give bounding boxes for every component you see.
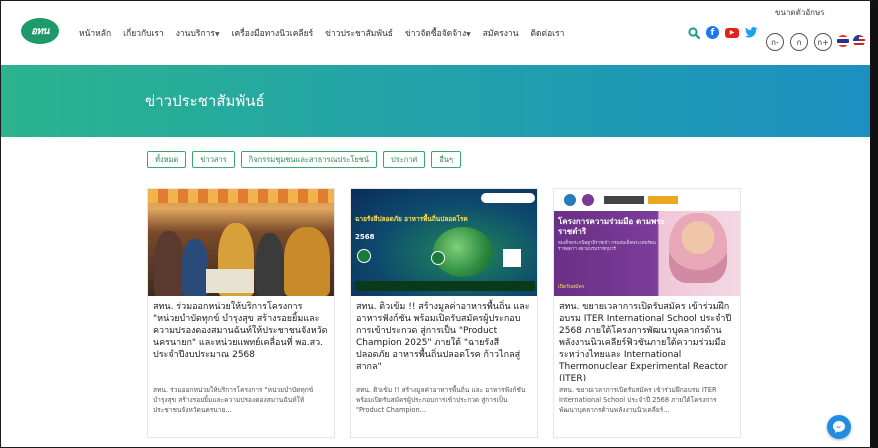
emblem-icon <box>582 194 594 206</box>
news-card-list: สทน. ร่วมออกหน่วยให้บริการโครงการ "หน่วย… <box>147 188 741 438</box>
menu-item-jobs[interactable]: สมัครงาน <box>483 26 519 40</box>
chevron-down-icon: ▼ <box>466 31 471 38</box>
thai-flag-icon[interactable] <box>837 35 849 47</box>
news-card-title[interactable]: สทน. ติวเข้ม !! สร้างมูลค่าอาหารพื้นถิ่น… <box>351 296 537 381</box>
font-size-controls: ก- ก ก+ <box>766 33 832 51</box>
menu-item-home[interactable]: หน้าหลัก <box>79 26 111 40</box>
social-icons: f ▶ <box>687 26 758 39</box>
thumbnail-headline: ฉายรังสีปลอดภัย อาหารพื้นถิ่นปลอดโรค <box>355 215 468 223</box>
menu-item-news[interactable]: ข่าวประชาสัมพันธ์ <box>325 26 393 40</box>
person-shape <box>256 233 284 296</box>
youtube-icon[interactable]: ▶ <box>725 27 739 38</box>
thumbnail-year: 2568 <box>355 233 375 241</box>
menu-item-services[interactable]: งานบริการ▼ <box>176 26 220 40</box>
portrait-image <box>669 213 727 283</box>
site-logo[interactable]: อทน <box>21 18 62 44</box>
news-thumbnail[interactable]: ฉายรังสีปลอดภัย อาหารพื้นถิ่นปลอดโรค 256… <box>351 189 537 296</box>
font-normal-button[interactable]: ก <box>790 33 808 51</box>
menu-item-contact[interactable]: ติดต่อเรา <box>531 26 565 40</box>
tent-awning <box>148 189 334 203</box>
news-card-title[interactable]: สทน. ร่วมออกหน่วยให้บริการโครงการ "หน่วย… <box>148 296 334 381</box>
partner-logo <box>604 196 644 204</box>
thumbnail-headline: โครงการความร่วมมือ ตามพระราชดำริ <box>558 217 665 236</box>
chevron-down-icon: ▼ <box>214 31 220 38</box>
thumbnail-subtext: สมเด็จพระกนิษฐาธิราชเจ้า กรมสมเด็จพระเทพ… <box>558 241 656 252</box>
news-card-description: สทน. ขยายเวลาการเปิดรับสมัคร เข้าร่วมฝึก… <box>559 386 717 414</box>
filter-announcements[interactable]: ประกาศ <box>382 151 426 168</box>
news-card-description: สทน. ร่วมออกหน่วยให้บริการโครงการ "หน่วย… <box>153 386 314 414</box>
partner-logo <box>648 196 678 204</box>
emblem-icon <box>564 194 576 206</box>
category-filters: ทั้งหมด ข่าวสาร กิจกรรมชุมชนและสาธารณประ… <box>147 151 461 168</box>
search-icon[interactable] <box>687 26 700 39</box>
filter-all[interactable]: ทั้งหมด <box>147 151 187 168</box>
news-card[interactable]: โครงการความร่วมมือ ตามพระราชดำริ สมเด็จพ… <box>553 188 741 438</box>
news-card[interactable]: สทน. ร่วมออกหน่วยให้บริการโครงการ "หน่วย… <box>147 188 335 438</box>
main-menu: หน้าหลัก เกี่ยวกับเรา งานบริการ▼ เครื่อง… <box>79 26 564 40</box>
font-increase-button[interactable]: ก+ <box>814 33 832 51</box>
menu-item-procurement[interactable]: ข่าวจัดซื้อจัดจ้าง▼ <box>405 26 471 40</box>
news-card-title[interactable]: สทน. ขยายเวลาการเปิดรับสมัคร เข้าร่วมฝึก… <box>554 296 740 381</box>
font-size-label: ขนาดตัวอักษร <box>775 8 825 17</box>
english-flag-icon[interactable] <box>853 35 865 47</box>
footer-strip <box>355 281 535 291</box>
menu-item-procurement-label: ข่าวจัดซื้อจัดจ้าง <box>404 29 467 39</box>
thumbnail-apply-label: เปิดรับสมัคร <box>558 284 585 290</box>
facebook-icon[interactable]: f <box>706 26 719 39</box>
partner-logos <box>481 193 535 203</box>
chat-bubble-icon[interactable] <box>827 415 851 439</box>
qr-badge <box>357 249 371 263</box>
menu-item-nuclear-tools[interactable]: เครื่องมือทางนิวเคลียร์ <box>232 26 314 40</box>
news-card-description: สทน. ติวเข้ม !! สร้างมูลค่าอาหารพื้นถิ่น… <box>356 386 526 414</box>
page-title: ข่าวประชาสัมพันธ์ <box>145 92 265 110</box>
person-shape <box>284 227 330 296</box>
page-banner: ข่าวประชาสัมพันธ์ <box>1 65 870 137</box>
news-thumbnail[interactable] <box>148 189 334 296</box>
font-decrease-button[interactable]: ก- <box>766 33 784 51</box>
news-thumbnail[interactable]: โครงการความร่วมมือ ตามพระราชดำริ สมเด็จพ… <box>554 189 740 296</box>
filter-community-activities[interactable]: กิจกรรมชุมชนและสาธารณประโยชน์ <box>240 151 377 168</box>
qr-code <box>503 249 521 267</box>
menu-item-services-label: งานบริการ <box>175 29 215 39</box>
logo-bar <box>554 189 740 211</box>
news-card[interactable]: ฉายรังสีปลอดภัย อาหารพื้นถิ่นปลอดโรค 256… <box>350 188 538 438</box>
logo-text: อทน <box>31 25 49 37</box>
person-shape <box>154 231 184 296</box>
top-navigation: อทน หน้าหลัก เกี่ยวกับเรา งานบริการ▼ เคร… <box>1 1 870 65</box>
twitter-icon[interactable] <box>745 26 758 39</box>
filter-others[interactable]: อื่นๆ <box>431 151 461 168</box>
language-switcher <box>837 35 865 47</box>
browser-page: อทน หน้าหลัก เกี่ยวกับเรา งานบริการ▼ เคร… <box>0 0 878 448</box>
filter-news[interactable]: ข่าวสาร <box>192 151 235 168</box>
table-shape <box>206 269 254 293</box>
menu-item-about[interactable]: เกี่ยวกับเรา <box>123 26 164 40</box>
person-shape <box>182 239 208 296</box>
qr-badge <box>431 251 445 265</box>
